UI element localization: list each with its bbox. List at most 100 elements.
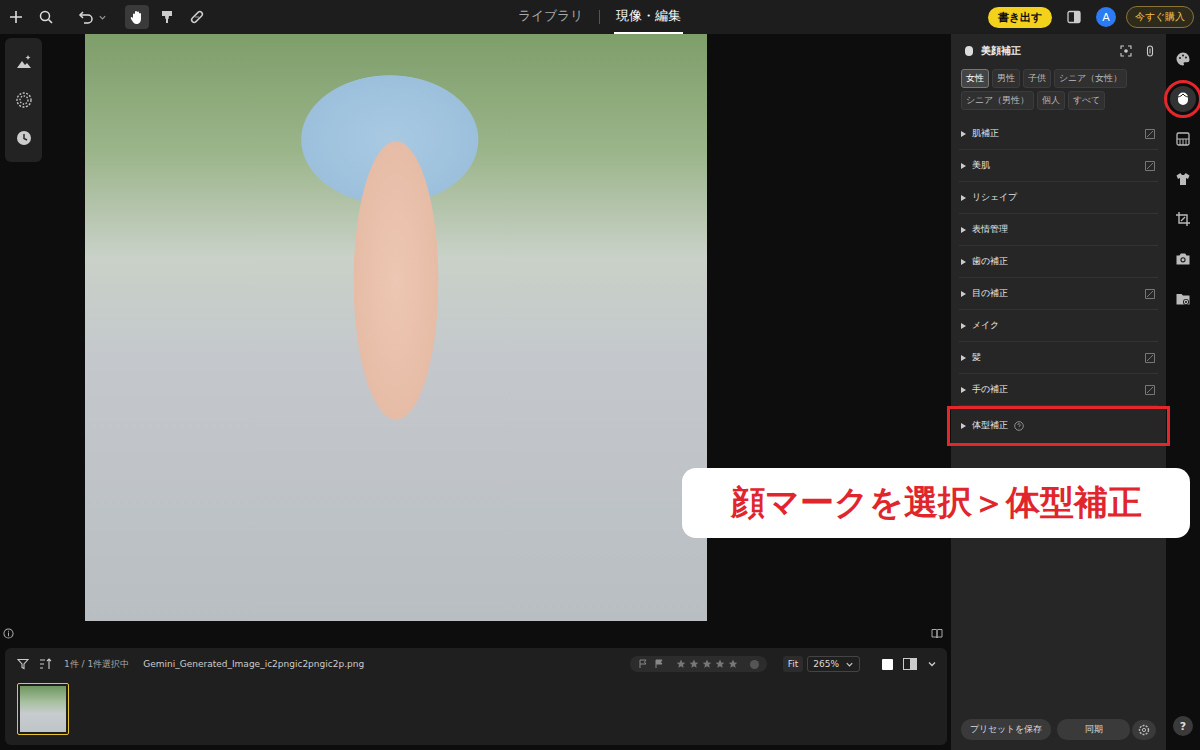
section-row[interactable]: 体型補正 (949, 408, 1168, 444)
face-module[interactable] (1170, 86, 1196, 112)
expand-arrow-icon (961, 227, 966, 233)
section-row[interactable]: リシェイプ (959, 182, 1158, 214)
crop-module[interactable] (1170, 206, 1196, 232)
section-row[interactable]: 肌補正 (959, 118, 1158, 150)
history-tool[interactable] (12, 126, 36, 150)
gradient-module[interactable] (1170, 126, 1196, 152)
expand-arrow-icon (961, 355, 966, 361)
canvas (0, 34, 948, 646)
expand-arrow-icon (961, 323, 966, 329)
section-label: 歯の補正 (972, 255, 1008, 268)
grain-tool[interactable] (12, 88, 36, 112)
photo (85, 34, 707, 621)
section-row[interactable]: 歯の補正 (959, 246, 1158, 278)
face-detect-icon[interactable] (1120, 45, 1132, 57)
camera-module[interactable] (1170, 246, 1196, 272)
eraser-icon[interactable] (1144, 128, 1156, 140)
work-area: 1件 / 1件選択中Gemini_Generated_Image_ic2pngi… (0, 34, 948, 750)
ai-landscape-icon (15, 53, 33, 71)
star-rating[interactable] (676, 659, 738, 669)
filter-icon[interactable] (17, 658, 29, 670)
camera-icon (1175, 251, 1191, 267)
before-after-icon[interactable] (903, 658, 917, 670)
heal-tool[interactable] (185, 5, 209, 29)
folder-module[interactable] (1170, 286, 1196, 312)
sort-icon[interactable] (39, 658, 52, 670)
brush-tool[interactable] (155, 5, 179, 29)
section-label: 手の補正 (972, 383, 1008, 396)
eraser-icon[interactable] (1144, 288, 1156, 300)
section-row[interactable]: 手の補正 (959, 374, 1158, 406)
annotation-callout: 顔マークを選択＞体型補正 (682, 468, 1190, 538)
bandage-icon (189, 9, 205, 25)
flag-icon[interactable] (638, 659, 648, 669)
help-icon[interactable] (1014, 421, 1024, 431)
mode-tab[interactable]: ライブラリ (516, 0, 585, 34)
star-icon[interactable] (728, 659, 738, 669)
subject-tag[interactable]: すべて (1068, 91, 1105, 110)
user-avatar[interactable]: A (1096, 7, 1116, 27)
subject-tag[interactable]: 女性 (961, 69, 989, 88)
section-row[interactable]: 目の補正 (959, 278, 1158, 310)
sync-settings-button[interactable] (1132, 720, 1156, 740)
subject-tag[interactable]: 個人 (1037, 91, 1065, 110)
section-row[interactable]: 髪 (959, 342, 1158, 374)
thumbnail[interactable] (17, 683, 69, 735)
undo-tool[interactable] (76, 5, 109, 29)
star-icon[interactable] (676, 659, 686, 669)
single-view-icon[interactable] (882, 659, 893, 670)
book-icon[interactable] (931, 628, 943, 639)
subject-tag[interactable]: シニア（男性） (961, 91, 1034, 110)
folder-settings-icon (1175, 291, 1191, 307)
buy-button[interactable]: 今すぐ購入 (1126, 6, 1194, 28)
undo-icon (78, 9, 94, 25)
color-label-dot[interactable] (750, 660, 759, 669)
zoom-dropdown[interactable]: 265% (807, 656, 860, 672)
section-row[interactable]: 表情管理 (959, 214, 1158, 246)
section-label: 髪 (972, 351, 981, 364)
beauty-panel: 美顔補正女性男性子供シニア（女性）シニア（男性）個人すべて肌補正美肌リシェイプ表… (951, 34, 1166, 750)
eraser-icon[interactable] (1144, 352, 1156, 364)
eraser-icon[interactable] (1144, 384, 1156, 396)
sync-button[interactable]: 同期 (1057, 719, 1130, 740)
history-icon (15, 129, 33, 147)
mode-tab[interactable]: 現像・編集 (614, 0, 683, 34)
section-label: メイク (972, 319, 999, 332)
section-row[interactable]: 美肌 (959, 150, 1158, 182)
save-preset-button[interactable]: プリセットを保存 (961, 719, 1051, 740)
filmstrip: 1件 / 1件選択中Gemini_Generated_Image_ic2pngi… (5, 648, 947, 745)
subject-tag[interactable]: 子供 (1023, 69, 1051, 88)
expand-arrow-icon (961, 163, 966, 169)
export-button[interactable]: 書き出す (988, 7, 1052, 28)
add-tool[interactable] (4, 5, 28, 29)
star-icon[interactable] (689, 659, 699, 669)
info-icon[interactable] (3, 628, 14, 639)
editor-window: ライブラリ現像・編集 書き出す A 今すぐ購入 1件 / 1件選択中Gemini_Gen… (0, 0, 1200, 750)
shirt-module[interactable] (1170, 166, 1196, 192)
eraser-icon[interactable] (1144, 160, 1156, 172)
search-tool[interactable] (34, 5, 58, 29)
top-bar: ライブラリ現像・編集 書き出す A 今すぐ購入 (0, 0, 1200, 34)
ai-tool[interactable] (12, 50, 36, 74)
file-name: Gemini_Generated_Image_ic2pngic2pngic2p.… (143, 659, 364, 669)
compare-icon[interactable] (1066, 9, 1082, 25)
gear-icon (1138, 724, 1150, 736)
subject-tag[interactable]: 男性 (992, 69, 1020, 88)
fit-button[interactable]: Fit (783, 656, 804, 672)
expand-vertical-icon[interactable] (1144, 45, 1156, 57)
section-row[interactable]: メイク (959, 310, 1158, 342)
rating-group (630, 656, 767, 672)
section-list: 肌補正美肌リシェイプ表情管理歯の補正目の補正メイク髪手の補正体型補正 (961, 118, 1156, 719)
reject-flag-icon[interactable] (654, 659, 664, 669)
brush-icon (159, 9, 175, 25)
star-icon[interactable] (702, 659, 712, 669)
expand-arrow-icon (961, 423, 966, 429)
plus-icon (8, 9, 24, 25)
hand-tool[interactable] (125, 5, 149, 29)
section-label: 肌補正 (972, 127, 999, 140)
subject-tag[interactable]: シニア（女性） (1054, 69, 1127, 88)
chevron-down-icon[interactable] (927, 659, 937, 669)
help-button[interactable]: ? (1173, 716, 1193, 736)
star-icon[interactable] (715, 659, 725, 669)
palette-module[interactable] (1170, 46, 1196, 72)
